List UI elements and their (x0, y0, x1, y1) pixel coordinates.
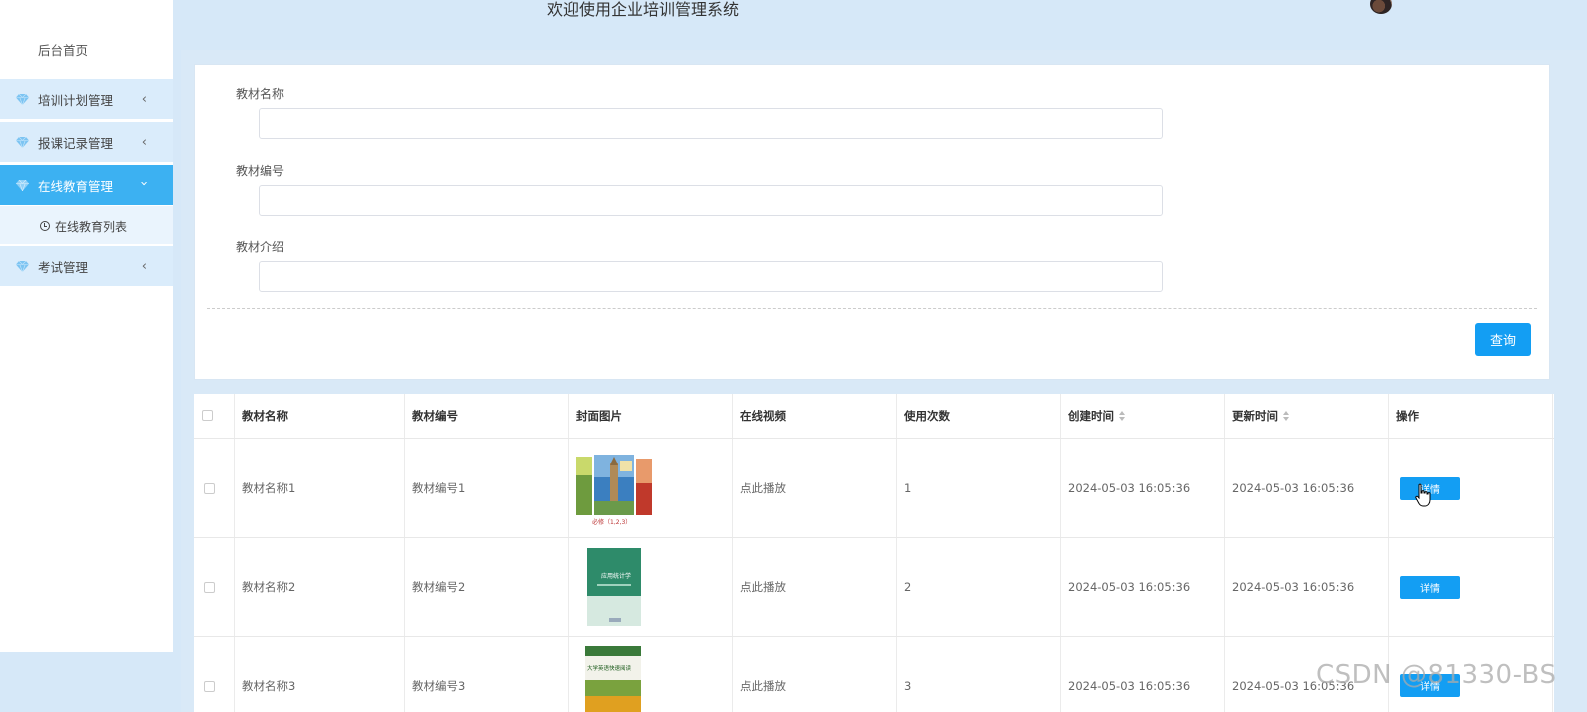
cover-caption: 应用统计学 (601, 572, 631, 580)
row-checkbox[interactable] (204, 681, 215, 692)
textbook-intro-input[interactable] (259, 261, 1163, 292)
cell-name: 教材名称1 (242, 481, 296, 495)
hand-cursor-icon (1413, 483, 1433, 507)
column-header-count: 使用次数 (904, 409, 950, 423)
cell-count: 2 (904, 580, 912, 594)
cell-code: 教材编号1 (412, 481, 466, 495)
detail-button[interactable]: 详情 (1400, 576, 1460, 599)
cell-name: 教材名称2 (242, 580, 296, 594)
table-row: 教材名称2 教材编号2 应用统计学 点此播放 2 2024-05-03 16:0… (194, 538, 1554, 637)
cover-caption: 大学英语快速阅读 (587, 664, 632, 672)
table-header: 教材名称 教材编号 封面图片 在线视频 使用次数 创建时间 更新时间 操作 (194, 394, 1554, 439)
textbook-name-input[interactable] (259, 108, 1163, 139)
play-video-link[interactable]: 点此播放 (732, 439, 786, 538)
gem-icon (16, 136, 29, 148)
row-checkbox[interactable] (204, 582, 215, 593)
play-video-link[interactable]: 点此播放 (732, 538, 786, 637)
watermark: CSDN @81330-BS (1316, 660, 1557, 690)
sidebar-item-label: 在线教育管理 (38, 178, 114, 194)
select-all-checkbox[interactable] (202, 410, 213, 421)
sidebar-item-label: 培训计划管理 (38, 92, 114, 108)
cell-name: 教材名称3 (242, 679, 296, 693)
gem-icon (16, 260, 29, 272)
chevron-down-icon: ‹ (136, 180, 152, 187)
column-header-code: 教材编号 (412, 409, 458, 423)
sidebar-item-label: 报课记录管理 (38, 135, 114, 151)
play-video-link[interactable]: 点此播放 (732, 637, 786, 712)
gem-icon (16, 179, 29, 191)
column-header-cover: 封面图片 (576, 409, 622, 423)
search-panel: 教材名称 教材编号 教材介绍 查询 (194, 64, 1550, 380)
column-header-video: 在线视频 (740, 409, 786, 423)
cover-image[interactable]: 必修（1,2,3） (576, 455, 652, 527)
sidebar-item-training-plan[interactable]: 培训计划管理 ‹ (0, 77, 173, 119)
sidebar-footer (0, 652, 178, 712)
cell-updated: 2024-05-03 16:05:36 (1232, 481, 1355, 495)
field-label-textbook-name: 教材名称 (236, 87, 285, 101)
chevron-left-icon: ‹ (141, 92, 147, 107)
cell-updated: 2024-05-03 16:05:36 (1232, 580, 1355, 594)
cover-image[interactable]: 应用统计学 (587, 548, 641, 626)
gem-icon (16, 93, 29, 105)
cover-image[interactable]: 大学英语快速阅读 (585, 646, 641, 712)
page-title: 欢迎使用企业培训管理系统 (547, 0, 740, 19)
column-header-name: 教材名称 (242, 409, 288, 423)
top-header: 管理 欢迎使用企业培训管理系统 (0, 0, 1587, 50)
column-header-created[interactable]: 创建时间 (1060, 394, 1126, 439)
field-label-textbook-code: 教材编号 (236, 164, 285, 178)
sidebar-item-label: 考试管理 (38, 259, 89, 275)
sidebar-item-home[interactable]: 后台首页 (0, 30, 173, 72)
cell-created: 2024-05-03 16:05:36 (1068, 481, 1191, 495)
chevron-left-icon: ‹ (141, 135, 147, 150)
cell-count: 1 (904, 481, 912, 495)
search-button[interactable]: 查询 (1475, 323, 1531, 356)
cover-caption: 必修（1,2,3） (592, 518, 631, 526)
divider (207, 308, 1537, 309)
sidebar-item-exam-management[interactable]: 考试管理 ‹ (0, 244, 173, 286)
sidebar-subitem-online-education-list[interactable]: 在线教育列表 (0, 206, 173, 246)
cell-created: 2024-05-03 16:05:36 (1068, 580, 1191, 594)
sort-icon[interactable] (1119, 411, 1126, 421)
sidebar-item-enrollment-records[interactable]: 报课记录管理 ‹ (0, 120, 173, 162)
table-row: 教材名称1 教材编号1 必修（1,2,3） 点此播放 1 2024-05-03 … (194, 439, 1554, 538)
sidebar: 后台首页 培训计划管理 ‹ 报课记录管理 ‹ 在线教育管理 ‹ 在线教育列表 考… (0, 0, 173, 652)
cell-code: 教材编号3 (412, 679, 466, 693)
column-header-updated-label: 更新时间 (1232, 409, 1278, 423)
user-avatar[interactable] (1370, 0, 1392, 14)
column-header-updated[interactable]: 更新时间 (1224, 394, 1290, 439)
chevron-left-icon: ‹ (141, 259, 147, 274)
row-checkbox[interactable] (204, 483, 215, 494)
sort-icon[interactable] (1283, 411, 1290, 421)
cell-code: 教材编号2 (412, 580, 466, 594)
sidebar-subitem-label: 在线教育列表 (55, 219, 128, 234)
textbook-code-input[interactable] (259, 185, 1163, 216)
sidebar-item-online-education[interactable]: 在线教育管理 ‹ (0, 163, 173, 205)
field-label-textbook-intro: 教材介绍 (236, 240, 285, 254)
column-header-created-label: 创建时间 (1068, 409, 1114, 423)
clock-icon (40, 221, 50, 231)
cell-count: 3 (904, 679, 912, 693)
sidebar-gutter (173, 0, 181, 712)
column-header-action: 操作 (1396, 409, 1419, 423)
cell-created: 2024-05-03 16:05:36 (1068, 679, 1191, 693)
